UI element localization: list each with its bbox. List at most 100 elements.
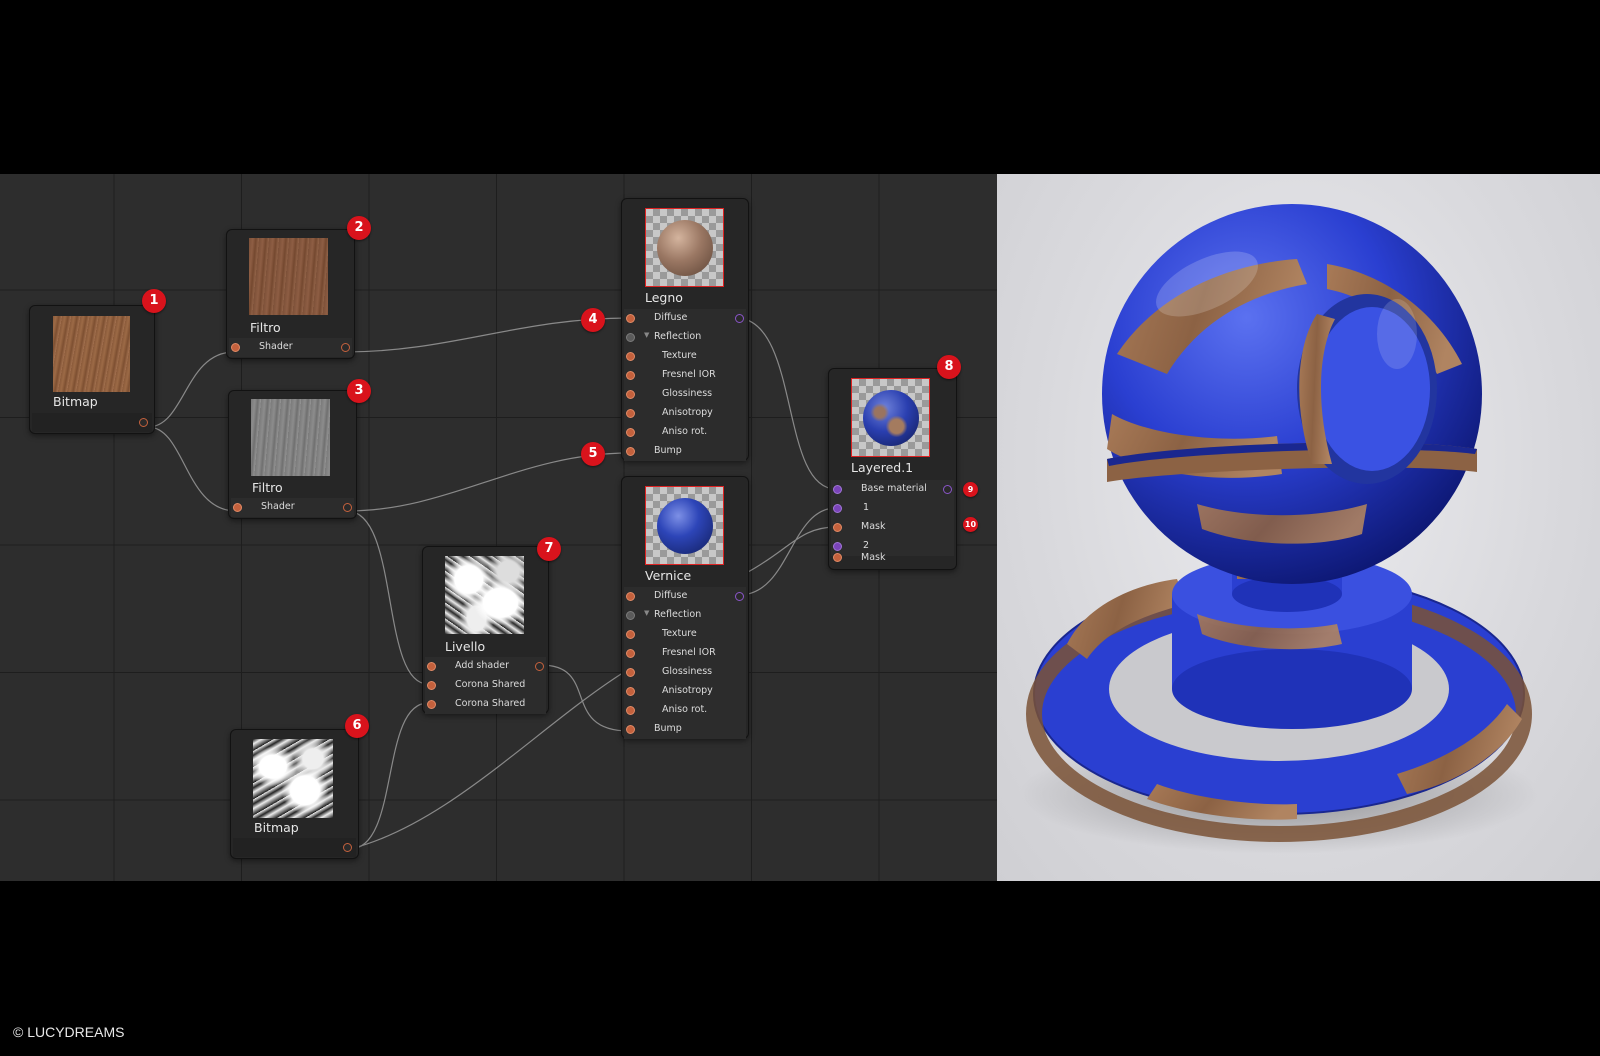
port-row-bump[interactable]: Bump — [624, 720, 746, 739]
port-row-reflection[interactable]: ▼ Reflection — [624, 606, 746, 625]
port-row-reflection[interactable]: ▼ Reflection — [624, 328, 746, 347]
filtro-node-3[interactable]: Filtro Shader — [228, 390, 357, 519]
port-label: Diffuse — [654, 312, 688, 323]
input-port[interactable] — [626, 371, 635, 380]
paint-sphere-preview — [645, 486, 724, 565]
port-row-texture[interactable]: Texture — [624, 347, 746, 366]
wire-filtro3-livello — [346, 510, 429, 685]
port-row-texture[interactable]: Texture — [624, 625, 746, 644]
port-row-layer-1[interactable]: 1 — [831, 499, 954, 518]
input-port[interactable] — [626, 687, 635, 696]
port-row-base-material[interactable]: Base material — [831, 480, 954, 499]
port-row-fresnel[interactable]: Fresnel IOR — [624, 366, 746, 385]
port-label: Corona Shared — [455, 698, 526, 709]
port-row-diffuse[interactable]: Diffuse — [624, 587, 746, 606]
node-title: Filtro — [250, 320, 281, 335]
input-port[interactable] — [626, 447, 635, 456]
input-port[interactable] — [626, 706, 635, 715]
shader-port-row[interactable]: Shader — [229, 338, 352, 357]
input-port[interactable] — [626, 725, 635, 734]
vernice-material-node[interactable]: Vernice Diffuse ▼ Reflection Texture Fre… — [621, 476, 749, 739]
input-port[interactable] — [626, 668, 635, 677]
input-port[interactable] — [626, 390, 635, 399]
port-row-mask-2[interactable]: Mask — [831, 550, 954, 569]
output-port[interactable] — [735, 314, 744, 323]
port-label: Bump — [654, 723, 682, 734]
port-row-glossiness[interactable]: Glossiness — [624, 663, 746, 682]
port-row-fresnel[interactable]: Fresnel IOR — [624, 644, 746, 663]
port-row-add-shader[interactable]: Add shader — [425, 657, 546, 676]
port-label: Diffuse — [654, 590, 688, 601]
input-port[interactable] — [626, 333, 635, 342]
layered-material-node[interactable]: Layered.1 Base material 1 Mask 2 Mask — [828, 368, 957, 570]
callout-badge-10: 10 — [963, 517, 978, 532]
output-port[interactable] — [343, 843, 352, 852]
input-port[interactable] — [626, 314, 635, 323]
port-row-aniso-rot[interactable]: Aniso rot. — [624, 701, 746, 720]
output-port[interactable] — [139, 418, 148, 427]
input-port[interactable] — [833, 504, 842, 513]
callout-badge-5: 5 — [581, 442, 605, 466]
filtro-node-2[interactable]: Filtro Shader — [226, 229, 355, 359]
port-row-corona-shared-2[interactable]: Corona Shared — [425, 695, 546, 714]
port-row-aniso-rot[interactable]: Aniso rot. — [624, 423, 746, 442]
wood-texture-thumbnail — [53, 316, 130, 392]
collapse-caret-icon[interactable]: ▼ — [644, 331, 649, 339]
input-port[interactable] — [833, 523, 842, 532]
collapse-caret-icon[interactable]: ▼ — [644, 609, 649, 617]
bitmap-node-6[interactable]: Bitmap — [230, 729, 359, 859]
callout-badge-4: 4 — [581, 308, 605, 332]
input-port[interactable] — [833, 485, 842, 494]
port-label: Shader — [261, 501, 295, 512]
input-port[interactable] — [427, 681, 436, 690]
port-row-anisotropy[interactable]: Anisotropy — [624, 404, 746, 423]
port-label: Bump — [654, 445, 682, 456]
input-port[interactable] — [833, 553, 842, 562]
wire-vernice-layered-mask — [747, 526, 837, 573]
port-label: Mask — [861, 521, 886, 532]
node-graph-editor[interactable]: Bitmap Filtro Shader Filtro Shader Legno — [0, 174, 997, 881]
input-port[interactable] — [626, 592, 635, 601]
wire-livello-vernice-bump — [540, 664, 630, 732]
copyright-label: © LUCYDREAMS — [13, 1024, 125, 1040]
input-port[interactable] — [427, 662, 436, 671]
input-port[interactable] — [626, 428, 635, 437]
port-label: Anisotropy — [662, 407, 713, 418]
wire-vernice-layered-1 — [738, 507, 837, 596]
wire-bitmap1-filtro2 — [147, 351, 235, 428]
port-row-corona-shared-1[interactable]: Corona Shared — [425, 676, 546, 695]
output-port[interactable] — [735, 592, 744, 601]
port-label: Anisotropy — [662, 685, 713, 696]
callout-badge-6: 6 — [345, 714, 369, 738]
shader-port-row[interactable]: Shader — [231, 498, 354, 517]
input-port[interactable] — [626, 409, 635, 418]
input-port[interactable] — [626, 630, 635, 639]
port-label: Texture — [662, 350, 697, 361]
port-label: Base material — [861, 483, 927, 494]
input-port[interactable] — [427, 700, 436, 709]
port-row-anisotropy[interactable]: Anisotropy — [624, 682, 746, 701]
output-row — [233, 838, 356, 857]
output-port[interactable] — [535, 662, 544, 671]
port-row-diffuse[interactable]: Diffuse — [624, 309, 746, 328]
legno-material-node[interactable]: Legno Diffuse ▼ Reflection Texture Fresn… — [621, 198, 749, 461]
port-label: Shader — [259, 341, 293, 352]
bitmap-node-1[interactable]: Bitmap — [29, 305, 155, 434]
port-label: Aniso rot. — [662, 426, 708, 437]
output-row — [32, 413, 152, 432]
input-port[interactable] — [626, 649, 635, 658]
input-port[interactable] — [231, 343, 240, 352]
port-label: 1 — [863, 502, 870, 513]
output-port[interactable] — [341, 343, 350, 352]
rendered-material-object — [1019, 204, 1539, 854]
port-row-glossiness[interactable]: Glossiness — [624, 385, 746, 404]
output-port[interactable] — [943, 485, 952, 494]
input-port[interactable] — [233, 503, 242, 512]
port-row-bump[interactable]: Bump — [624, 442, 746, 461]
layered-sphere-preview — [851, 378, 930, 457]
port-row-mask-1[interactable]: Mask — [831, 518, 954, 537]
output-port[interactable] — [343, 503, 352, 512]
input-port[interactable] — [626, 352, 635, 361]
input-port[interactable] — [626, 611, 635, 620]
livello-node[interactable]: Livello Add shader Corona Shared Corona … — [422, 546, 549, 714]
